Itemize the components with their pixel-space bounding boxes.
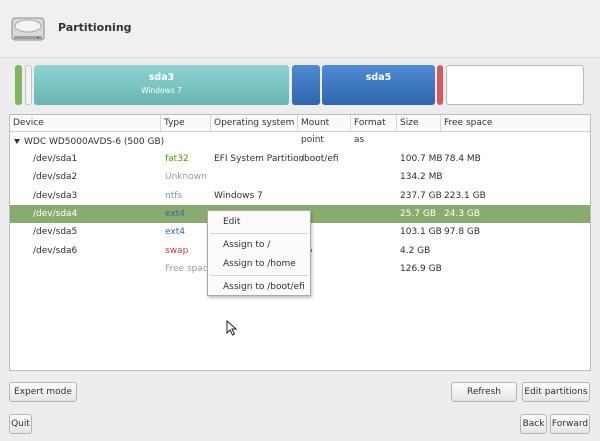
cell-device: /dev/sda2 [33,172,78,183]
partition-bar-label: sda3 [148,72,175,83]
cell-device: /dev/sda1 [33,154,78,164]
table-row[interactable]: /dev/sda2 Unknown 134.2 MB [10,168,590,186]
partition-bar-sda2[interactable] [25,65,32,105]
cell-operating-system: EFI System Partition [214,154,305,164]
menu-item-assign-boot-efi[interactable]: Assign to /boot/efi [223,280,305,294]
partition-bar-sda6[interactable] [437,65,443,105]
cell-device: /dev/sda3 [33,190,78,201]
disk-drive-icon [11,17,45,41]
mouse-cursor-icon [226,320,238,336]
header: Partitioning [0,0,600,58]
column-type[interactable]: Type [161,115,211,132]
partition-bar-free-space[interactable] [446,65,584,105]
cell-free-space: 24.3 GB [444,208,481,219]
cell-size: 25.7 GB [400,208,437,219]
partition-bar-sda3[interactable]: sda3 Windows 7 [34,65,289,105]
expert-mode-button[interactable]: Expert mode [9,382,77,402]
edit-partitions-button[interactable]: Edit partitions [522,382,590,402]
disk-label: WDC WD5000AVDS-6 (500 GB) [24,137,165,147]
cell-size: 237.7 GB [400,190,442,201]
back-button[interactable]: Back [520,414,547,434]
column-mount-point[interactable]: Mount point [298,115,351,145]
cell-device: /dev/sda6 [33,245,78,256]
refresh-button[interactable]: Refresh [451,382,517,402]
partition-bar-sda4[interactable] [292,65,320,105]
menu-separator [210,275,308,276]
partition-bar-sda5[interactable]: sda5 [322,65,435,105]
column-size[interactable]: Size [397,115,441,132]
disk-row[interactable]: WDC WD5000AVDS-6 (500 GB) [10,134,590,150]
cell-type: fat32 [165,154,189,164]
cell-size: 4.2 GB [400,245,431,256]
table-row[interactable]: /dev/sda1 fat32 EFI System Partition/boot/… [10,150,590,168]
context-menu: Edit Assign to / Assign to /home Assign … [207,210,311,296]
column-format-as[interactable]: Format as [351,115,397,145]
cell-type: Unknown [165,172,207,183]
cell-size: 126.9 GB [400,263,442,274]
partition-bar-sda1[interactable] [15,65,22,105]
menu-item-assign-home[interactable]: Assign to /home [223,257,296,271]
menu-item-edit[interactable]: Edit [223,215,240,229]
cell-free-space: 78.4 MB [444,154,481,164]
menu-separator [210,233,308,234]
cell-size: 103.1 GB [400,227,442,238]
table-header: Device Type Operating system Mount point… [10,115,592,145]
cell-device: /dev/sda4 [33,208,78,219]
cell-operating-system: Windows 7 [214,190,263,201]
column-free-space[interactable]: Free space [441,115,592,132]
forward-button[interactable]: Forward [550,414,590,434]
cell-type: ext4 [165,208,185,219]
partition-bar-sublabel: Windows 7 [141,86,182,95]
cell-size: 134.2 MB [400,172,443,183]
table-row[interactable]: /dev/sda3 ntfs Windows 7 237.7 GB 223.1 GB [10,187,590,205]
cell-type: ntfs [165,190,183,201]
partition-bar-label: sda5 [365,72,392,83]
cell-type: ext4 [165,227,185,238]
cell-mount-point: /boot/efi [301,154,339,164]
quit-button[interactable]: Quit [9,414,32,434]
cell-size: 100.7 MB [400,154,443,164]
column-device[interactable]: Device [10,115,161,132]
page-title: Partitioning [58,21,132,34]
cell-free-space: 223.1 GB [444,190,486,201]
cell-device: /dev/sda5 [33,227,78,238]
expander-arrow-icon[interactable] [14,139,20,144]
cell-free-space: 97.8 GB [444,227,481,238]
cell-type: swap [165,245,189,256]
column-operating-system[interactable]: Operating system [211,115,298,132]
menu-item-assign-root[interactable]: Assign to / [223,238,270,252]
